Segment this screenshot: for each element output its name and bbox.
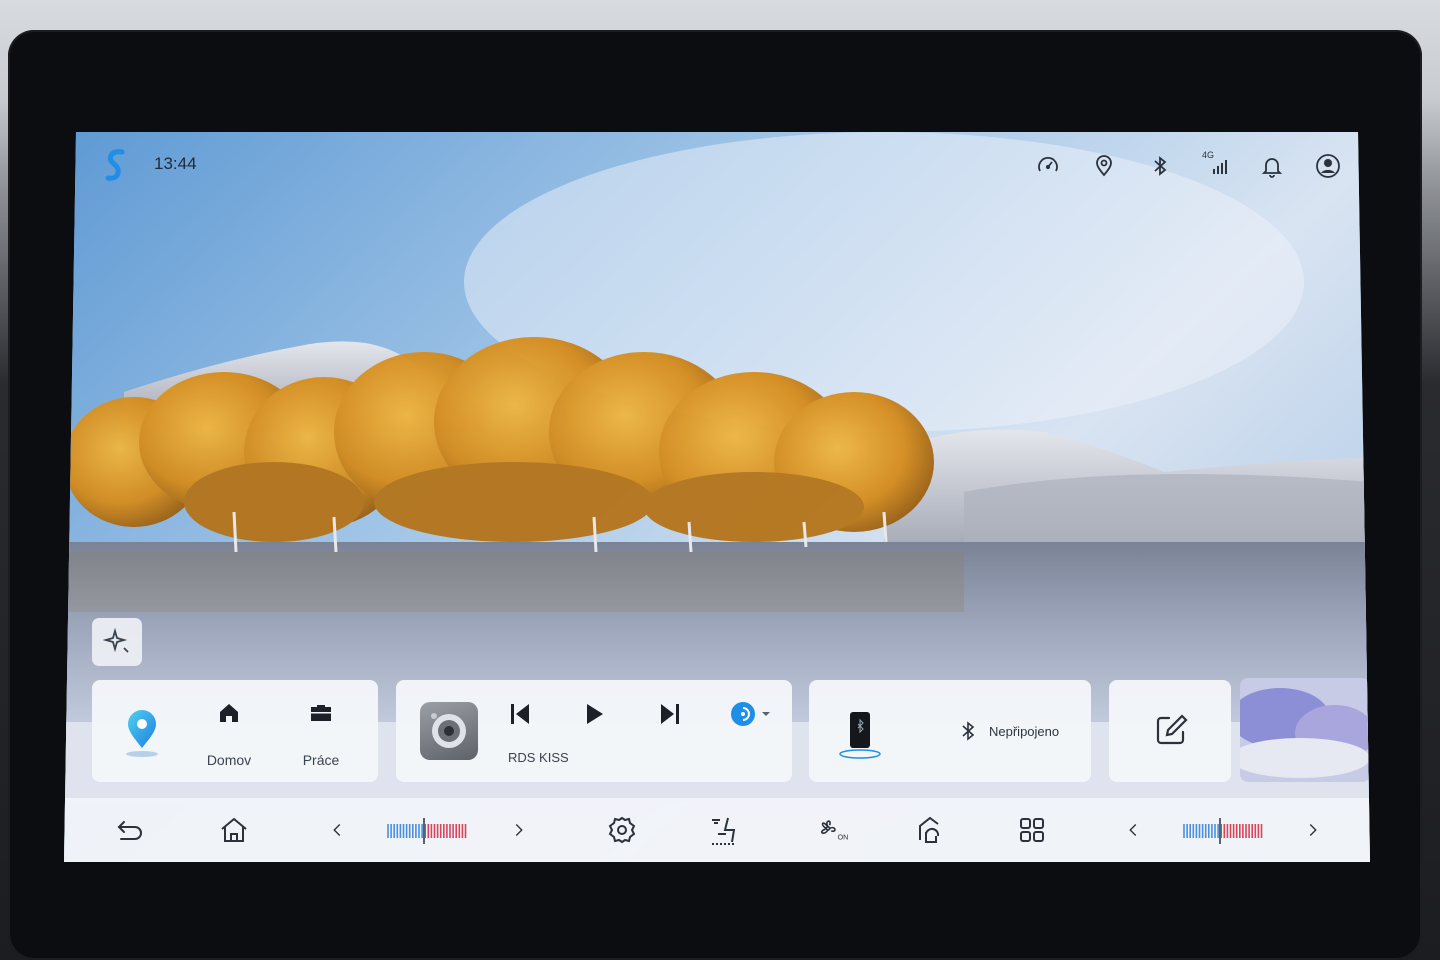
edit-widgets-card[interactable] — [1109, 680, 1231, 782]
temp-right-up-button[interactable] — [1302, 812, 1324, 848]
seat-climate-icon — [712, 817, 736, 845]
temp-left-down-button[interactable] — [326, 812, 348, 848]
clock: 13:44 — [154, 154, 197, 173]
apps-grid-icon — [1020, 818, 1044, 842]
home-icon — [221, 817, 247, 842]
bluetooth-status: Nepřipojeno — [959, 720, 1059, 742]
bluetooth-icon — [962, 721, 975, 741]
bell-icon[interactable] — [1256, 150, 1288, 182]
home-button[interactable] — [216, 812, 252, 848]
station-name: RDS KISS — [508, 750, 569, 765]
previous-icon — [511, 704, 529, 724]
previous-button[interactable] — [500, 696, 540, 732]
bottom-dock: ON — [64, 798, 1370, 862]
status-bar: 13:44 4G — [64, 132, 1370, 198]
map-pin-icon[interactable] — [120, 704, 164, 760]
phone-card[interactable]: Nepřipojeno — [809, 680, 1091, 782]
back-icon — [117, 821, 142, 840]
settings-button[interactable] — [604, 812, 640, 848]
chevron-right-icon — [515, 824, 523, 836]
navigation-card: Domov Práce — [92, 680, 378, 782]
temperature-slider-left[interactable] — [386, 818, 470, 844]
fan-icon: ON — [820, 820, 848, 842]
svg-text:ON: ON — [838, 833, 848, 842]
location-icon[interactable] — [1088, 150, 1120, 182]
recirculation-icon — [919, 816, 940, 843]
bluetooth-status-label: Nepřipojeno — [989, 723, 1060, 739]
home-label: Domov — [206, 752, 252, 768]
settings-icon — [608, 816, 636, 844]
phone-icon — [839, 712, 881, 759]
signal-icon: 4G — [1200, 150, 1232, 182]
chevron-right-icon — [1309, 824, 1317, 836]
profile-icon[interactable] — [1312, 150, 1344, 182]
fan-button[interactable]: ON — [810, 812, 854, 848]
chevron-left-icon — [333, 824, 341, 836]
recirculation-button[interactable] — [912, 812, 948, 848]
widget-button[interactable] — [92, 618, 142, 666]
next-page-preview[interactable] — [1240, 678, 1370, 782]
source-icon[interactable] — [728, 698, 774, 730]
home-shortcut[interactable]: Domov — [194, 700, 264, 768]
briefcase-icon — [311, 705, 331, 721]
network-label: 4G — [1202, 150, 1215, 160]
apps-button[interactable] — [1014, 812, 1050, 848]
play-button[interactable] — [574, 696, 614, 732]
seat-climate-button[interactable] — [704, 812, 744, 848]
temp-right-down-button[interactable] — [1122, 812, 1144, 848]
sparkle-icon — [103, 628, 129, 653]
back-button[interactable] — [112, 812, 148, 848]
next-button[interactable] — [650, 696, 690, 732]
radio-icon — [431, 713, 466, 748]
radio-artwork[interactable] — [420, 702, 478, 760]
work-label: Práce — [302, 752, 340, 768]
next-icon — [661, 704, 679, 724]
media-card: RDS KISS — [396, 680, 792, 782]
status-icons: 4G — [1032, 150, 1344, 182]
work-shortcut[interactable]: Práce — [286, 700, 356, 768]
play-icon — [587, 704, 603, 724]
temperature-slider-right[interactable] — [1182, 818, 1266, 844]
temp-left-up-button[interactable] — [508, 812, 530, 848]
speedometer-icon[interactable] — [1032, 150, 1064, 182]
home-icon — [220, 704, 238, 722]
logo-icon — [105, 149, 125, 181]
edit-icon — [1156, 714, 1188, 745]
infotainment-screen: 13:44 4G Domov Práce RDS KISS Nepřipojen… — [64, 132, 1370, 862]
chevron-left-icon — [1129, 824, 1137, 836]
bluetooth-icon[interactable] — [1144, 150, 1176, 182]
